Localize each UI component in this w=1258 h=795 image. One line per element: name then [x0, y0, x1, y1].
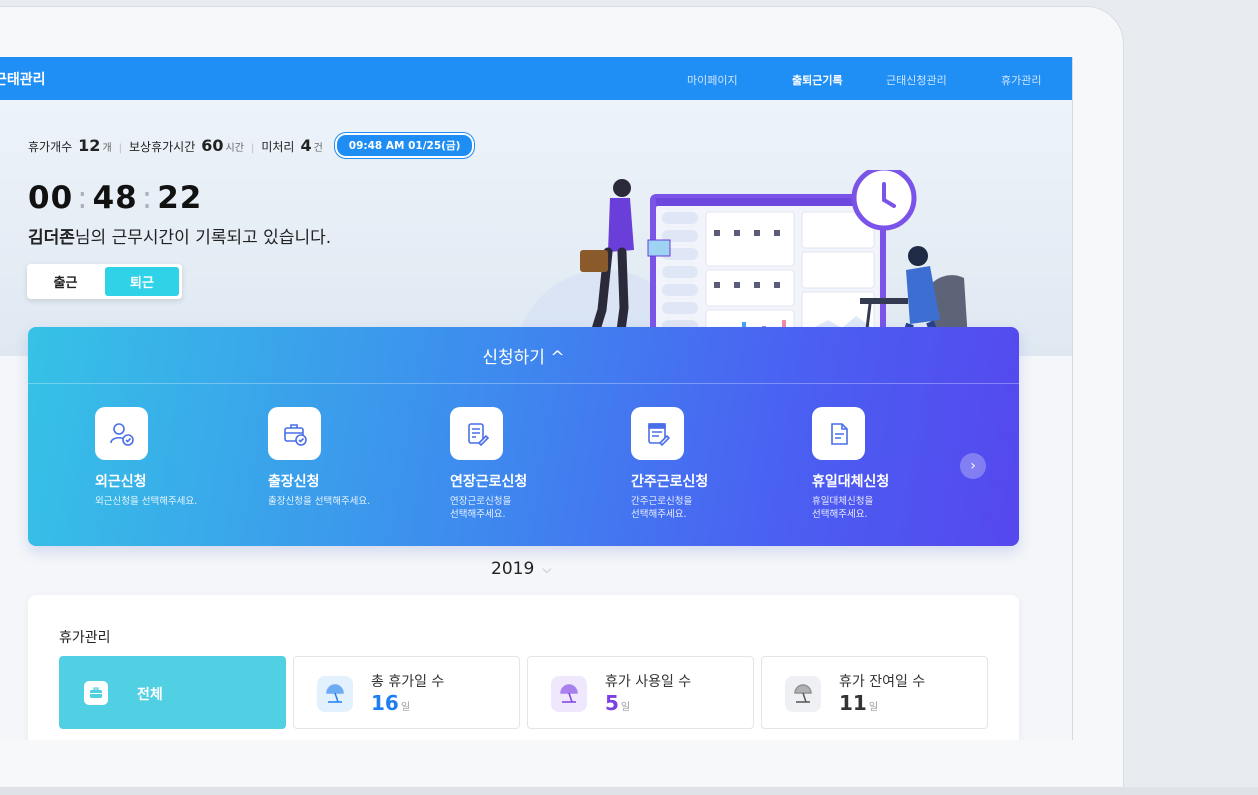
timer-minutes: 48 [92, 180, 138, 216]
year-value: 2019 [491, 559, 535, 579]
recording-text: 님의 근무시간이 기록되고 있습니다. [74, 228, 332, 248]
pending-unit: 건 [313, 143, 323, 154]
apply-outside-work[interactable]: 외근신청 외근신청을 선택해주세요. [95, 407, 255, 508]
apply-business-trip-desc: 출장신청을 선택해주세요. [268, 496, 371, 507]
chevron-right-icon: › [970, 458, 976, 474]
timer-seconds: 22 [157, 180, 203, 216]
remaining-leave-unit: 일 [868, 702, 879, 713]
apply-holiday-substitute-title: 휴일대체신청 [812, 474, 890, 490]
leave-count-unit: 개 [102, 143, 112, 154]
clock-in-button[interactable]: 출근 [27, 264, 104, 299]
app-screen: 근태관리 마이페이지 출퇴근기록 근태신청관리 휴가관리 휴가개수 12 개 |… [0, 57, 1073, 740]
used-leave-days[interactable]: 휴가 사용일 수 5일 [527, 656, 754, 729]
top-navigation: 근태관리 마이페이지 출퇴근기록 근태신청관리 휴가관리 [0, 57, 1072, 100]
leave-count-value: 12 [78, 136, 101, 155]
apply-business-trip[interactable]: 출장신청 출장신청을 선택해주세요. [268, 407, 428, 508]
beach-umbrella-icon [551, 676, 587, 712]
leave-count-label: 휴가개수 [28, 140, 73, 154]
apply-overtime-desc: 연장근로신청을 선택해주세요. [450, 496, 512, 520]
person-check-icon [95, 407, 148, 460]
comp-hours-label: 보상휴가시간 [129, 140, 196, 154]
divider: | [118, 143, 123, 154]
leave-filter-all[interactable]: 전체 [59, 656, 286, 729]
apply-outside-work-title: 외근신청 [95, 474, 147, 490]
document-edit-icon [450, 407, 503, 460]
total-leave-value: 16 [371, 691, 399, 715]
work-timer: 00:48:22 [28, 180, 203, 216]
beach-umbrella-icon [317, 676, 353, 712]
year-select[interactable]: 2019 ⌵ [491, 559, 551, 579]
recording-message: 김더존님의 근무시간이 기록되고 있습니다. [28, 223, 331, 248]
document-icon [812, 407, 865, 460]
nav-item-mypage[interactable]: 마이페이지 [687, 72, 738, 88]
used-leave-label: 휴가 사용일 수 [605, 674, 692, 690]
carousel-next-button[interactable]: › [960, 453, 986, 479]
total-leave-label: 총 휴가일 수 [371, 674, 445, 690]
used-leave-unit: 일 [620, 702, 631, 713]
apply-collapse-toggle[interactable]: 신청하기 ^ [28, 343, 1019, 368]
nav-item-leave[interactable]: 휴가관리 [1001, 72, 1041, 88]
user-name: 김더존 [28, 228, 75, 248]
timer-hours: 00 [28, 180, 74, 216]
divider: | [250, 143, 255, 154]
apply-holiday-substitute-desc: 휴일대체신청을 선택해주세요. [812, 496, 874, 520]
briefcase-icon [84, 681, 108, 705]
leave-section-title: 휴가관리 [59, 630, 111, 646]
leave-filter-all-label: 전체 [137, 687, 163, 703]
apply-deemed-work[interactable]: 간주근로신청 간주근로신청을 선택해주세요. [631, 407, 791, 521]
clock-out-button[interactable]: 퇴근 [105, 267, 179, 296]
total-leave-unit: 일 [400, 702, 411, 713]
pending-label: 미처리 [261, 140, 295, 154]
beach-umbrella-icon [785, 676, 821, 712]
apply-outside-work-desc: 외근신청을 선택해주세요. [95, 496, 198, 507]
hero-section: 휴가개수 12 개 | 보상휴가시간 60 시간 | 미처리 4 건 09:48… [0, 100, 1072, 430]
apply-deemed-work-desc: 간주근로신청을 선택해주세요. [631, 496, 693, 520]
chevron-down-icon: ⌵ [542, 561, 552, 576]
apply-holiday-substitute[interactable]: 휴일대체신청 휴일대체신청을 선택해주세요. [812, 407, 972, 521]
remaining-leave-label: 휴가 잔여일 수 [839, 674, 926, 690]
briefcase-check-icon [268, 407, 321, 460]
leave-management-panel: 휴가관리 전체 총 휴가일 수 16 일 휴가 사용일 수 5일 휴가 잔여일 … [28, 595, 1019, 740]
apply-overtime[interactable]: 연장근로신청 연장근로신청을 선택해주세요. [450, 407, 610, 521]
used-leave-value: 5 [605, 691, 619, 715]
clock-toggle: 출근 퇴근 [27, 264, 182, 299]
divider [28, 383, 1019, 384]
comp-hours-unit: 시간 [225, 143, 244, 154]
status-summary: 휴가개수 12 개 | 보상휴가시간 60 시간 | 미처리 4 건 09:48… [28, 133, 475, 160]
nav-item-requests[interactable]: 근태신청관리 [886, 72, 947, 88]
apply-deemed-work-title: 간주근로신청 [631, 474, 709, 490]
remaining-leave-days[interactable]: 휴가 잔여일 수 11 일 [761, 656, 988, 729]
datetime-badge: 09:48 AM 01/25(금) [334, 133, 475, 158]
total-leave-days[interactable]: 총 휴가일 수 16 일 [293, 656, 520, 729]
apply-business-trip-title: 출장신청 [268, 474, 320, 490]
comp-hours-value: 60 [201, 136, 224, 155]
application-panel: 신청하기 ^ 외근신청 외근신청을 선택해주세요. 출장신청 출장신청을 선택해… [28, 327, 1019, 546]
nav-item-attendance[interactable]: 출퇴근기록 [792, 72, 843, 88]
brand-title[interactable]: 근태관리 [0, 69, 46, 89]
remaining-leave-value: 11 [839, 691, 867, 715]
apply-overtime-title: 연장근로신청 [450, 474, 528, 490]
form-edit-icon [631, 407, 684, 460]
pending-value: 4 [300, 136, 312, 155]
device-base [0, 787, 1258, 795]
